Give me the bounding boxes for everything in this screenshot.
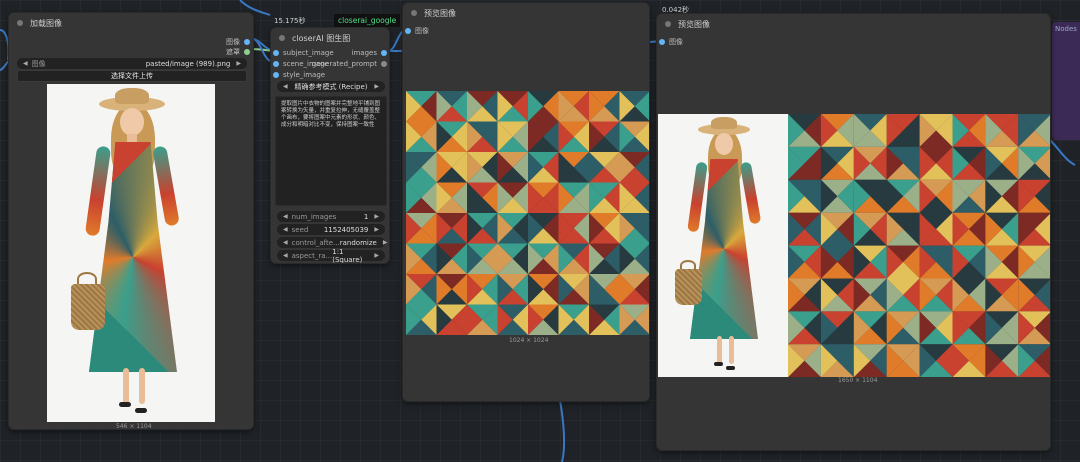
image-size-label: 1650 × 1104 — [838, 377, 878, 384]
socket-icon[interactable] — [273, 60, 279, 67]
output-generated-prompt[interactable]: generated_prompt — [312, 58, 387, 69]
source-photo — [47, 84, 215, 422]
num-images-widget[interactable]: ◀ num_images 1 ▶ — [277, 211, 385, 222]
prev-arrow-icon[interactable]: ◀ — [283, 239, 288, 246]
input-subject-image[interactable]: subject_image — [273, 47, 334, 58]
upload-button[interactable]: 选择文件上传 — [17, 70, 247, 82]
node-title: closerAI 图生图 — [292, 33, 351, 43]
prev-arrow-icon[interactable]: ◀ — [23, 60, 28, 67]
collapse-dot-icon[interactable] — [17, 20, 23, 26]
socket-icon[interactable] — [244, 48, 250, 55]
output-mask-socket[interactable]: 遮罩 — [226, 46, 250, 57]
input-image-socket[interactable]: 图像 — [659, 36, 683, 47]
node-header[interactable]: 预览图像 — [403, 3, 649, 23]
collapse-dot-icon[interactable] — [665, 21, 671, 27]
load-image-node[interactable]: 加载图像 图像 遮罩 ◀ 图像 pasted/image (989).png ▶… — [8, 12, 254, 430]
socket-icon[interactable] — [381, 49, 387, 56]
collapse-dot-icon[interactable] — [411, 10, 417, 16]
increment-arrow-icon[interactable]: ▶ — [374, 226, 379, 233]
node-header[interactable]: closerAI 图生图 — [271, 28, 389, 48]
node-title: 预览图像 — [678, 19, 710, 29]
aspect-ratio-widget[interactable]: ◀ aspect_ra... 1:1 (Square) ▶ — [277, 248, 385, 263]
decrement-arrow-icon[interactable]: ◀ — [283, 226, 288, 233]
control-after-generate-widget[interactable]: ◀ control_afte... randomize ▶ — [277, 237, 388, 248]
node-title: 加载图像 — [30, 18, 62, 28]
prev-arrow-icon[interactable]: ◀ — [283, 252, 288, 259]
image-size-label: 1024 × 1024 — [509, 337, 549, 344]
generated-pattern-image — [406, 91, 649, 335]
offscreen-node-title: Nodes — [1055, 25, 1077, 33]
offscreen-node[interactable]: Nodes — [1052, 22, 1080, 140]
increment-arrow-icon[interactable]: ▶ — [374, 213, 379, 220]
image-file-select[interactable]: ◀ 图像 pasted/image (989).png ▶ — [17, 58, 247, 69]
output-images[interactable]: images — [352, 47, 387, 58]
node-header[interactable]: 预览图像 — [657, 14, 1050, 34]
socket-icon[interactable] — [381, 60, 387, 67]
next-arrow-icon[interactable]: ▶ — [236, 60, 241, 67]
socket-icon[interactable] — [273, 71, 279, 78]
next-arrow-icon[interactable]: ▶ — [383, 239, 388, 246]
prompt-textarea[interactable]: 提取图片中衣物的图案并完整地平铺到图案转换为矢量，并重复拉伸，无缝覆盖整个画布，… — [275, 96, 387, 206]
socket-icon[interactable] — [244, 38, 250, 45]
socket-icon[interactable] — [405, 27, 411, 34]
socket-icon[interactable] — [273, 49, 279, 56]
next-arrow-icon[interactable]: ▶ — [374, 83, 379, 90]
execution-time-label: 15.175秒 — [274, 17, 306, 25]
next-arrow-icon[interactable]: ▶ — [374, 252, 379, 259]
collapse-dot-icon[interactable] — [279, 35, 285, 41]
closerai-img2img-node[interactable]: closerAI 图生图 subject_image scene_image s… — [270, 27, 390, 264]
composite-pattern-image — [788, 114, 1050, 377]
prev-arrow-icon[interactable]: ◀ — [283, 83, 288, 90]
preview-image-node-1[interactable]: 预览图像 图像 1024 × 1024 — [402, 2, 650, 402]
group-badge: closerai_google — [334, 14, 401, 27]
input-style-image[interactable]: style_image — [273, 69, 325, 80]
socket-icon[interactable] — [659, 38, 665, 45]
input-image-socket[interactable]: 图像 — [405, 25, 429, 36]
mode-select[interactable]: ◀ 精确参考模式 (Recipe) ▶ — [277, 81, 385, 92]
node-title: 预览图像 — [424, 8, 456, 18]
composite-photo-left — [658, 114, 788, 377]
node-header[interactable]: 加载图像 — [9, 13, 253, 33]
image-size-label: 546 × 1104 — [116, 423, 152, 430]
decrement-arrow-icon[interactable]: ◀ — [283, 213, 288, 220]
seed-widget[interactable]: ◀ seed 1152405039 ▶ — [277, 224, 385, 235]
preview-image-node-2[interactable]: 预览图像 图像 1650 × 1104 — [656, 13, 1051, 451]
